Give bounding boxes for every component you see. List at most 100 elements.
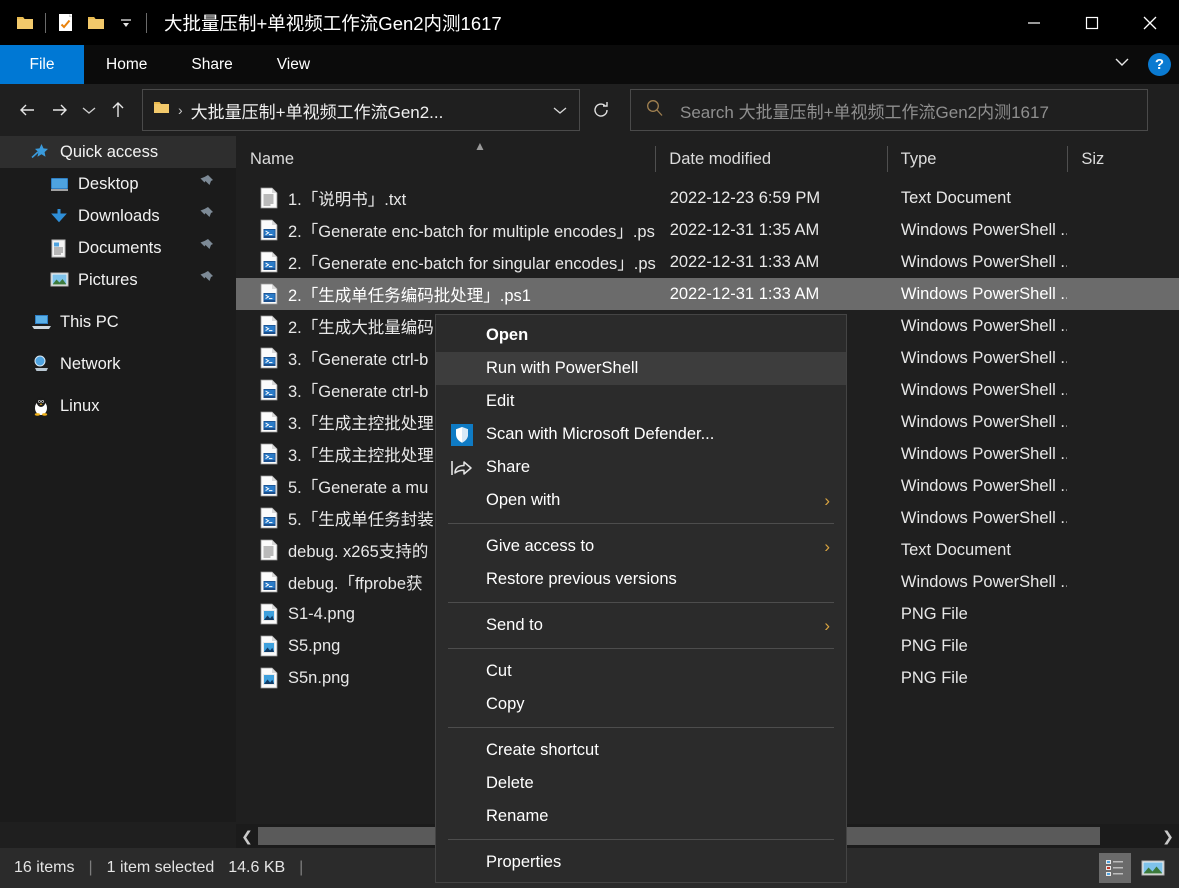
chevron-right-icon[interactable]: ❯: [1157, 824, 1179, 848]
menu-separator: [448, 648, 834, 649]
selection-size: 14.6 KB: [228, 859, 286, 876]
up-button[interactable]: [102, 90, 134, 130]
file-type-cell: Windows PowerShell ...: [900, 220, 1068, 239]
menu-item-label: Give access to: [486, 537, 595, 555]
png-file-icon: [260, 603, 279, 625]
quick-access-toolbar: [0, 0, 152, 45]
powershell-file-icon: [260, 283, 279, 305]
table-row[interactable]: 2.「生成单任务编码批处理」.ps1 2022-12-31 1:33 AM Wind…: [236, 278, 1179, 310]
powershell-file-icon: [260, 315, 279, 337]
file-name-label: S1-4.png: [288, 604, 355, 623]
powershell-file-icon: [260, 411, 279, 433]
menu-item-share[interactable]: Share: [436, 451, 846, 484]
submenu-chevron-right-icon: ›: [824, 615, 830, 635]
help-icon[interactable]: ?: [1148, 53, 1171, 76]
file-date-cell: 2022-12-23 6:59 PM: [669, 188, 821, 207]
network-icon: [30, 353, 52, 375]
menu-item-copy[interactable]: Copy: [436, 688, 846, 721]
close-icon[interactable]: [1121, 0, 1179, 45]
maximize-icon[interactable]: [1063, 0, 1121, 45]
menu-item-properties[interactable]: Properties: [436, 846, 846, 879]
defender-shield-icon: [450, 423, 474, 447]
file-type-cell: Windows PowerShell ...: [900, 412, 1068, 431]
file-name-label: S5n.png: [288, 668, 350, 687]
address-dropdown-icon[interactable]: [543, 104, 577, 116]
sidebar-item-linux[interactable]: Linux: [0, 390, 236, 422]
table-row[interactable]: 1.「说明书」.txt 2022-12-23 6:59 PM Text Docume…: [236, 182, 1179, 214]
file-name-label: 2.「生成单任务编码批处理」.ps1: [288, 287, 531, 305]
menu-item-cut[interactable]: Cut: [436, 655, 846, 688]
back-button[interactable]: [12, 90, 44, 130]
menu-item-open[interactable]: Open: [436, 319, 846, 352]
menu-item-rename[interactable]: Rename: [436, 800, 846, 833]
table-row[interactable]: 2.「Generate enc-batch for singular encod…: [236, 246, 1179, 278]
menu-item-label: Open with: [486, 491, 561, 509]
menu-item-edit[interactable]: Edit: [436, 385, 846, 418]
chevron-left-icon[interactable]: ❮: [236, 824, 258, 848]
sidebar-item-label: Linux: [60, 396, 100, 415]
column-header-name[interactable]: Name ▲: [236, 136, 655, 182]
menu-item-scan-with-microsoft-defender[interactable]: Scan with Microsoft Defender...: [436, 418, 846, 451]
divider: |: [88, 859, 93, 876]
column-header-type[interactable]: Type: [886, 136, 1068, 182]
menu-item-restore-previous-versions[interactable]: Restore previous versions: [436, 563, 846, 596]
downloads-icon: [48, 205, 70, 227]
sidebar-item-quick-access[interactable]: Quick access: [0, 136, 236, 168]
file-name-label: 5.「生成单任务封装: [288, 511, 434, 529]
new-folder-icon[interactable]: [81, 7, 111, 39]
pin-icon[interactable]: [199, 270, 214, 290]
tab-file[interactable]: File: [0, 45, 84, 84]
sidebar-item-documents[interactable]: Documents: [0, 232, 236, 264]
menu-item-label: Share: [486, 458, 531, 476]
menu-separator: [448, 839, 834, 840]
tab-view[interactable]: View: [255, 45, 332, 84]
folder-icon[interactable]: [10, 7, 40, 39]
refresh-button[interactable]: [580, 89, 622, 131]
menu-item-send-to[interactable]: Send to ›: [436, 609, 846, 642]
menu-item-delete[interactable]: Delete: [436, 767, 846, 800]
file-name-cell: 1.「说明书」.txt: [236, 186, 656, 210]
tab-home[interactable]: Home: [84, 45, 169, 84]
menu-item-run-with-powershell[interactable]: Run with PowerShell: [436, 352, 846, 385]
minimize-icon[interactable]: [1005, 0, 1063, 45]
powershell-file-icon: [260, 251, 279, 273]
column-header-size[interactable]: Siz: [1067, 136, 1179, 182]
sidebar-item-network[interactable]: Network: [0, 348, 236, 380]
file-name-label: 2.「Generate enc-batch for multiple encod…: [288, 223, 656, 241]
tab-share[interactable]: Share: [169, 45, 254, 84]
table-row[interactable]: 2.「Generate enc-batch for multiple encod…: [236, 214, 1179, 246]
customize-dropdown-icon[interactable]: [111, 7, 141, 39]
search-box[interactable]: Search 大批量压制+单视频工作流Gen2内测1617: [630, 89, 1148, 131]
menu-item-create-shortcut[interactable]: Create shortcut: [436, 734, 846, 767]
menu-item-open-with[interactable]: Open with ›: [436, 484, 846, 517]
title-bar: 大批量压制+单视频工作流Gen2内测1617: [0, 0, 1179, 45]
address-bar[interactable]: › 大批量压制+单视频工作流Gen2...: [142, 89, 580, 131]
pin-icon[interactable]: [199, 206, 214, 226]
sidebar-item-label: Pictures: [78, 270, 138, 289]
properties-icon[interactable]: [51, 7, 81, 39]
file-name-label: S5.png: [288, 636, 341, 655]
search-input[interactable]: Search 大批量压制+单视频工作流Gen2内测1617: [680, 98, 1049, 123]
file-name-label: 3.「生成主控批处理: [288, 447, 434, 465]
breadcrumb-chevron-icon: ›: [178, 102, 183, 118]
sidebar-item-downloads[interactable]: Downloads: [0, 200, 236, 232]
sidebar-item-label: Desktop: [78, 174, 139, 193]
file-type-cell: Windows PowerShell ...: [900, 348, 1068, 367]
powershell-file-icon: [260, 507, 279, 529]
sidebar-item-label: Downloads: [78, 206, 160, 225]
column-header-date-modified[interactable]: Date modified: [655, 136, 886, 182]
pin-icon[interactable]: [199, 238, 214, 258]
large-icons-view-button[interactable]: [1137, 853, 1169, 883]
pin-icon[interactable]: [199, 174, 214, 194]
star-pin-icon: [30, 141, 52, 163]
file-name-label: 3.「Generate ctrl-b: [288, 351, 429, 369]
sidebar-item-desktop[interactable]: Desktop: [0, 168, 236, 200]
forward-button[interactable]: [44, 90, 76, 130]
chevron-down-icon[interactable]: [1106, 55, 1138, 74]
menu-item-give-access-to[interactable]: Give access to ›: [436, 530, 846, 563]
recent-locations-button[interactable]: [76, 90, 102, 130]
sidebar-item-this-pc[interactable]: This PC: [0, 306, 236, 338]
sidebar-item-pictures[interactable]: Pictures: [0, 264, 236, 296]
details-view-button[interactable]: [1099, 853, 1131, 883]
this-pc-icon: [30, 311, 52, 333]
